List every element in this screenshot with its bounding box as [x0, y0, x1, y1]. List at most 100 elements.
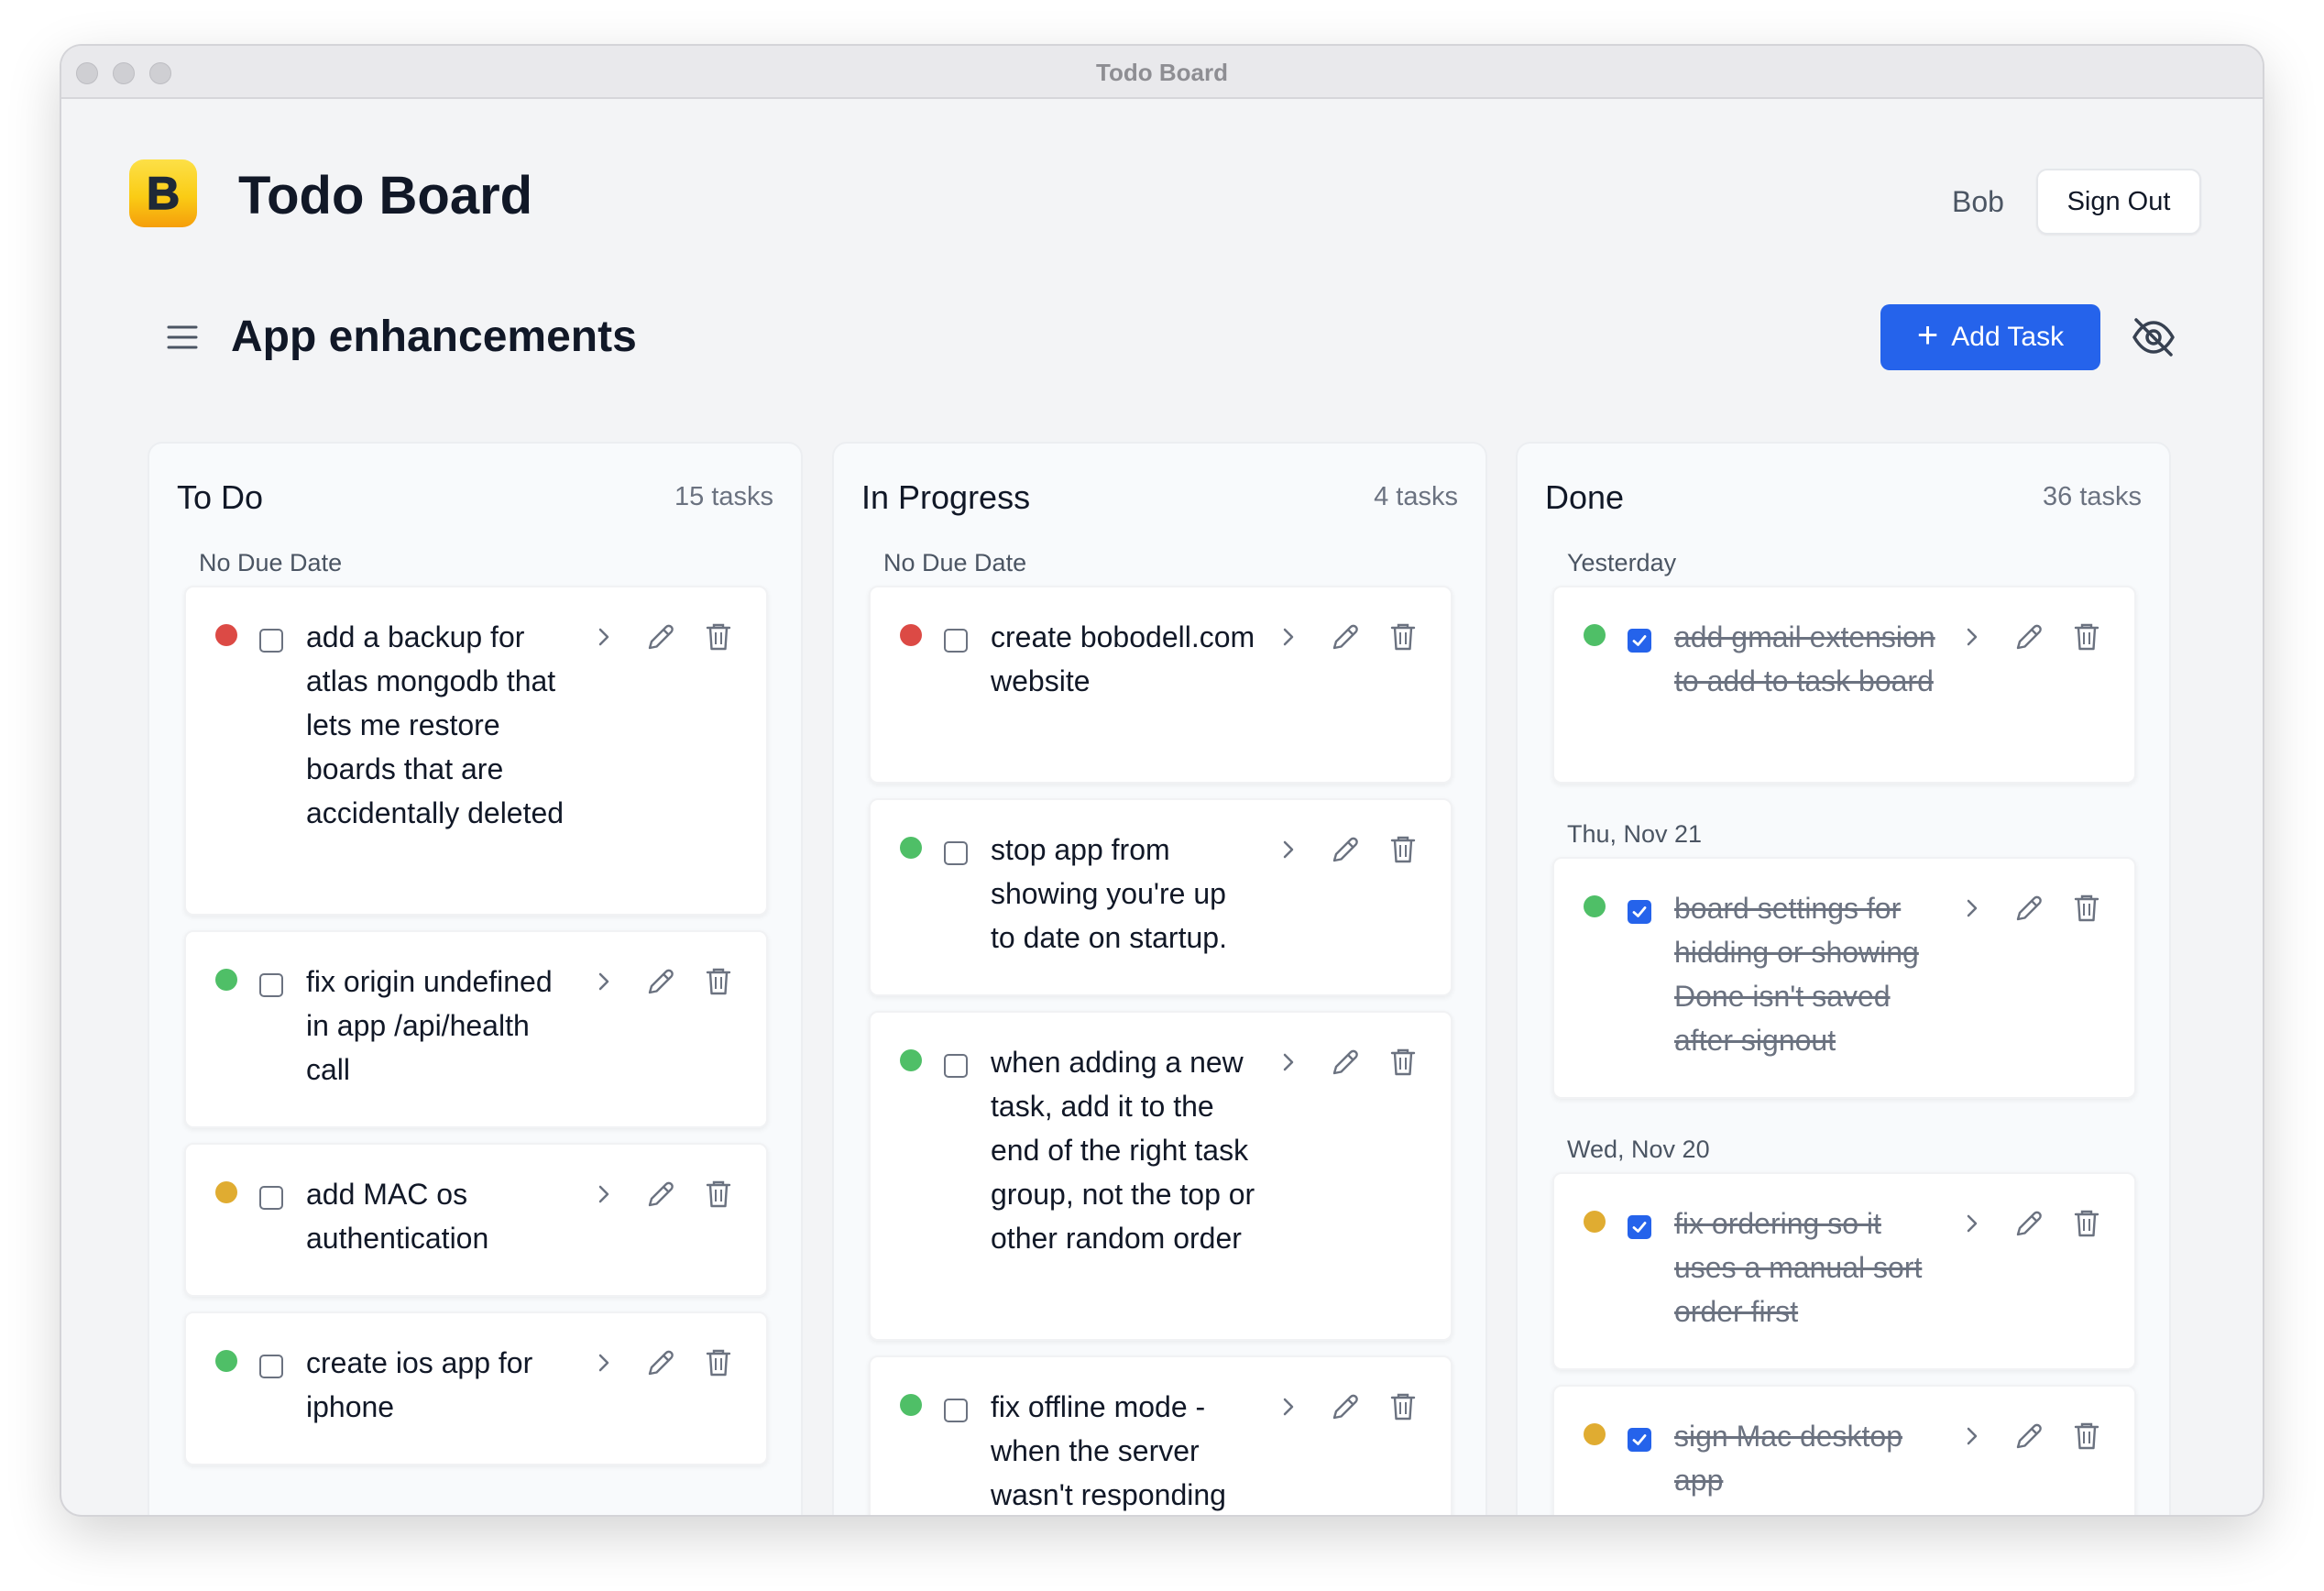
move-task-chevron-icon[interactable]	[1277, 1390, 1299, 1423]
add-task-label: Add Task	[1951, 322, 2065, 352]
task-card[interactable]: fix offline mode - when the server wasn'…	[869, 1355, 1452, 1515]
move-task-chevron-icon[interactable]	[593, 965, 615, 998]
app-logo: B	[129, 159, 197, 227]
column-task-count: 36 tasks	[2043, 482, 2142, 511]
due-date-group-label: Thu, Nov 21	[1567, 820, 1703, 848]
delete-trash-icon[interactable]	[704, 965, 733, 998]
edit-pencil-icon[interactable]	[644, 620, 677, 653]
delete-trash-icon[interactable]	[2072, 620, 2101, 653]
task-text: fix ordering so it uses a manual sort or…	[1674, 1207, 1923, 1328]
due-date-group-label: No Due Date	[199, 549, 343, 576]
task-complete-checkbox[interactable]	[944, 1054, 968, 1078]
priority-dot	[1584, 1211, 1606, 1233]
priority-dot	[1584, 1423, 1606, 1445]
move-task-chevron-icon[interactable]	[1961, 892, 1983, 925]
delete-trash-icon[interactable]	[2072, 1420, 2101, 1453]
delete-trash-icon[interactable]	[2072, 892, 2101, 925]
move-task-chevron-icon[interactable]	[1277, 1046, 1299, 1079]
delete-trash-icon[interactable]	[1388, 1390, 1418, 1423]
move-task-chevron-icon[interactable]	[1961, 1207, 1983, 1240]
task-complete-checkbox[interactable]	[1628, 1428, 1651, 1452]
move-task-chevron-icon[interactable]	[1277, 833, 1299, 866]
task-complete-checkbox[interactable]	[259, 1355, 283, 1378]
due-date-group-label: Wed, Nov 20	[1567, 1136, 1710, 1163]
task-text: sign Mac desktop app	[1674, 1420, 1903, 1497]
edit-pencil-icon[interactable]	[644, 965, 677, 998]
edit-pencil-icon[interactable]	[2012, 1420, 2045, 1453]
task-card[interactable]: when adding a new task, add it to the en…	[869, 1011, 1452, 1341]
task-complete-checkbox[interactable]	[259, 1186, 283, 1210]
column-to-do: To Do 15 tasks No Due Date add a backup for…	[148, 442, 803, 1515]
move-task-chevron-icon[interactable]	[1961, 1420, 1983, 1453]
priority-dot	[1584, 895, 1606, 917]
window-title: Todo Board	[1096, 59, 1228, 86]
priority-dot	[900, 1394, 922, 1416]
column-task-count: 15 tasks	[674, 482, 773, 511]
move-task-chevron-icon[interactable]	[1961, 620, 1983, 653]
task-complete-checkbox[interactable]	[1628, 629, 1651, 653]
edit-pencil-icon[interactable]	[644, 1178, 677, 1211]
priority-dot	[215, 1350, 237, 1372]
edit-pencil-icon[interactable]	[1329, 620, 1362, 653]
column-title: To Do	[177, 478, 264, 516]
task-text: fix origin undefined in app /api/health …	[306, 965, 553, 1086]
logo-letter: B	[147, 168, 180, 219]
priority-dot	[215, 969, 237, 991]
task-card[interactable]: add MAC os authentication	[184, 1143, 768, 1297]
task-complete-checkbox[interactable]	[944, 629, 968, 653]
task-card[interactable]: sign Mac desktop app	[1552, 1385, 2136, 1515]
title-bar: Todo Board	[61, 46, 2263, 99]
due-date-group-label: Yesterday	[1567, 549, 1677, 576]
edit-pencil-icon[interactable]	[1329, 833, 1362, 866]
delete-trash-icon[interactable]	[704, 620, 733, 653]
delete-trash-icon[interactable]	[1388, 1046, 1418, 1079]
task-text: stop app from showing you're up to date …	[991, 833, 1227, 954]
task-card[interactable]: create bobodell.com website	[869, 586, 1452, 784]
add-task-button[interactable]: + Add Task	[1880, 304, 2100, 370]
hamburger-menu-icon[interactable]	[167, 324, 198, 351]
delete-trash-icon[interactable]	[2072, 1207, 2101, 1240]
board-title: App enhancements	[231, 313, 637, 361]
task-card[interactable]: fix ordering so it uses a manual sort or…	[1552, 1172, 2136, 1370]
delete-trash-icon[interactable]	[1388, 620, 1418, 653]
edit-pencil-icon[interactable]	[1329, 1390, 1362, 1423]
task-text: fix offline mode - when the server wasn'…	[991, 1390, 1226, 1511]
user-name: Bob	[1952, 185, 2004, 218]
move-task-chevron-icon[interactable]	[1277, 620, 1299, 653]
edit-pencil-icon[interactable]	[2012, 1207, 2045, 1240]
move-task-chevron-icon[interactable]	[593, 1346, 615, 1379]
edit-pencil-icon[interactable]	[1329, 1046, 1362, 1079]
task-text: add gmail extension to add to task board	[1674, 620, 1935, 697]
task-complete-checkbox[interactable]	[259, 973, 283, 997]
task-complete-checkbox[interactable]	[944, 841, 968, 865]
column-title: In Progress	[861, 478, 1031, 516]
task-complete-checkbox[interactable]	[1628, 900, 1651, 924]
hide-done-toggle-icon[interactable]	[2131, 314, 2176, 360]
task-complete-checkbox[interactable]	[944, 1399, 968, 1422]
edit-pencil-icon[interactable]	[2012, 892, 2045, 925]
delete-trash-icon[interactable]	[1388, 833, 1418, 866]
priority-dot	[900, 1049, 922, 1071]
app-title: Todo Board	[238, 166, 533, 225]
task-complete-checkbox[interactable]	[1628, 1215, 1651, 1239]
move-task-chevron-icon[interactable]	[593, 620, 615, 653]
task-card[interactable]: create ios app for iphone	[184, 1311, 768, 1465]
column-in-progress: In Progress 4 tasks No Due Date create bobo…	[832, 442, 1487, 1515]
edit-pencil-icon[interactable]	[644, 1346, 677, 1379]
task-card[interactable]: add a backup for atlas mongodb that lets…	[184, 586, 768, 916]
sign-out-button[interactable]: Sign Out	[2036, 169, 2201, 235]
delete-trash-icon[interactable]	[704, 1346, 733, 1379]
task-card[interactable]: board settings for hidding or showing Do…	[1552, 857, 2136, 1099]
task-complete-checkbox[interactable]	[259, 629, 283, 653]
task-card[interactable]: add gmail extension to add to task board	[1552, 586, 2136, 784]
task-card[interactable]: stop app from showing you're up to date …	[869, 798, 1452, 996]
task-card[interactable]: fix origin undefined in app /api/health …	[184, 930, 768, 1128]
plus-icon: +	[1916, 315, 1939, 356]
edit-pencil-icon[interactable]	[2012, 620, 2045, 653]
delete-trash-icon[interactable]	[704, 1178, 733, 1211]
column-done: Done 36 tasks Yesterday add gmail extension…	[1516, 442, 2171, 1515]
task-text: create ios app for iphone	[306, 1346, 533, 1423]
task-text: create bobodell.com website	[991, 620, 1255, 697]
move-task-chevron-icon[interactable]	[593, 1178, 615, 1211]
priority-dot	[215, 1181, 237, 1203]
